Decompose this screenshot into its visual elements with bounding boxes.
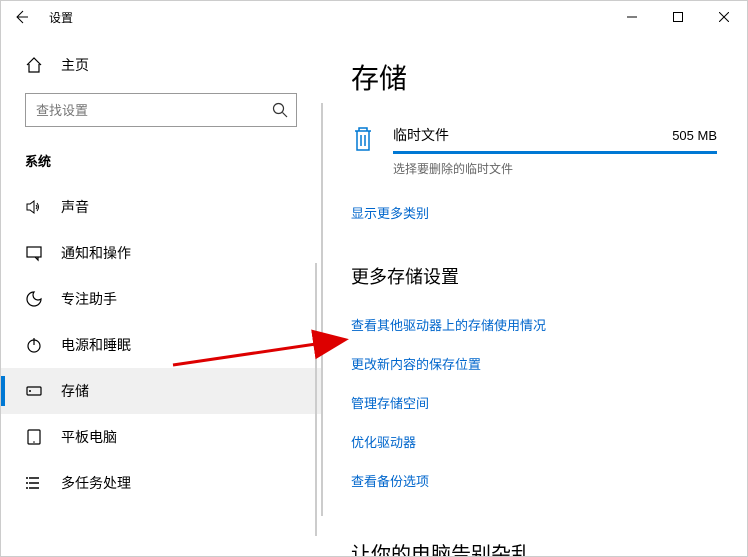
back-button[interactable] xyxy=(13,9,29,25)
link-other-drives[interactable]: 查看其他驱动器上的存储使用情况 xyxy=(351,315,717,334)
sidebar-item-label: 通知和操作 xyxy=(61,243,131,263)
focus-icon xyxy=(25,290,43,308)
sidebar-item-label: 专注助手 xyxy=(61,289,117,309)
maximize-button[interactable] xyxy=(655,1,701,33)
multitask-icon xyxy=(25,474,43,492)
page-heading: 存储 xyxy=(351,57,717,97)
notification-icon xyxy=(25,244,43,262)
sidebar-item-label: 存储 xyxy=(61,381,89,401)
link-backup-options[interactable]: 查看备份选项 xyxy=(351,471,717,490)
storage-progress-bar xyxy=(393,151,717,154)
home-link[interactable]: 主页 xyxy=(1,45,321,85)
sidebar-item-storage[interactable]: 存储 xyxy=(1,368,321,414)
sidebar-item-label: 多任务处理 xyxy=(61,473,131,493)
category-label: 系统 xyxy=(1,145,321,184)
more-settings-heading: 更多存储设置 xyxy=(351,263,717,289)
sidebar-item-label: 声音 xyxy=(61,197,89,217)
temp-title: 临时文件 xyxy=(393,125,449,145)
window-title: 设置 xyxy=(49,9,73,26)
temp-desc: 选择要删除的临时文件 xyxy=(393,160,717,177)
main-content: 存储 临时文件 505 MB 选择要删除的临时文件 显示更多类别 更多存储设置 … xyxy=(321,33,747,556)
sidebar-item-sound[interactable]: 声音 xyxy=(1,184,321,230)
sidebar-scrollbar[interactable] xyxy=(315,263,317,536)
show-more-link[interactable]: 显示更多类别 xyxy=(351,203,429,222)
search-box[interactable] xyxy=(25,93,297,127)
sidebar-item-multitask[interactable]: 多任务处理 xyxy=(1,460,321,506)
trash-icon xyxy=(351,125,375,153)
sidebar-item-label: 平板电脑 xyxy=(61,427,117,447)
link-save-location[interactable]: 更改新内容的保存位置 xyxy=(351,354,717,373)
power-icon xyxy=(25,336,43,354)
sidebar-item-focus[interactable]: 专注助手 xyxy=(1,276,321,322)
sidebar-item-label: 电源和睡眠 xyxy=(61,335,131,355)
sidebar-item-power[interactable]: 电源和睡眠 xyxy=(1,322,321,368)
sidebar-item-notifications[interactable]: 通知和操作 xyxy=(1,230,321,276)
home-label: 主页 xyxy=(61,55,89,75)
minimize-button[interactable] xyxy=(609,1,655,33)
search-icon xyxy=(272,102,288,118)
storage-icon xyxy=(25,382,43,400)
search-input[interactable] xyxy=(36,103,272,118)
tablet-icon xyxy=(25,428,43,446)
temp-size: 505 MB xyxy=(672,128,717,143)
main-scrollbar[interactable] xyxy=(321,103,323,516)
titlebar: 设置 xyxy=(1,1,747,33)
sound-icon xyxy=(25,198,43,216)
link-manage-storage[interactable]: 管理存储空间 xyxy=(351,393,717,412)
declutter-heading: 让你的电脑告别杂乱 xyxy=(351,538,717,556)
temp-files-row[interactable]: 临时文件 505 MB 选择要删除的临时文件 xyxy=(351,125,717,177)
sidebar: 主页 系统 声音 xyxy=(1,33,321,556)
home-icon xyxy=(25,56,43,74)
close-button[interactable] xyxy=(701,1,747,33)
sidebar-item-tablet[interactable]: 平板电脑 xyxy=(1,414,321,460)
link-optimize-drives[interactable]: 优化驱动器 xyxy=(351,432,717,451)
